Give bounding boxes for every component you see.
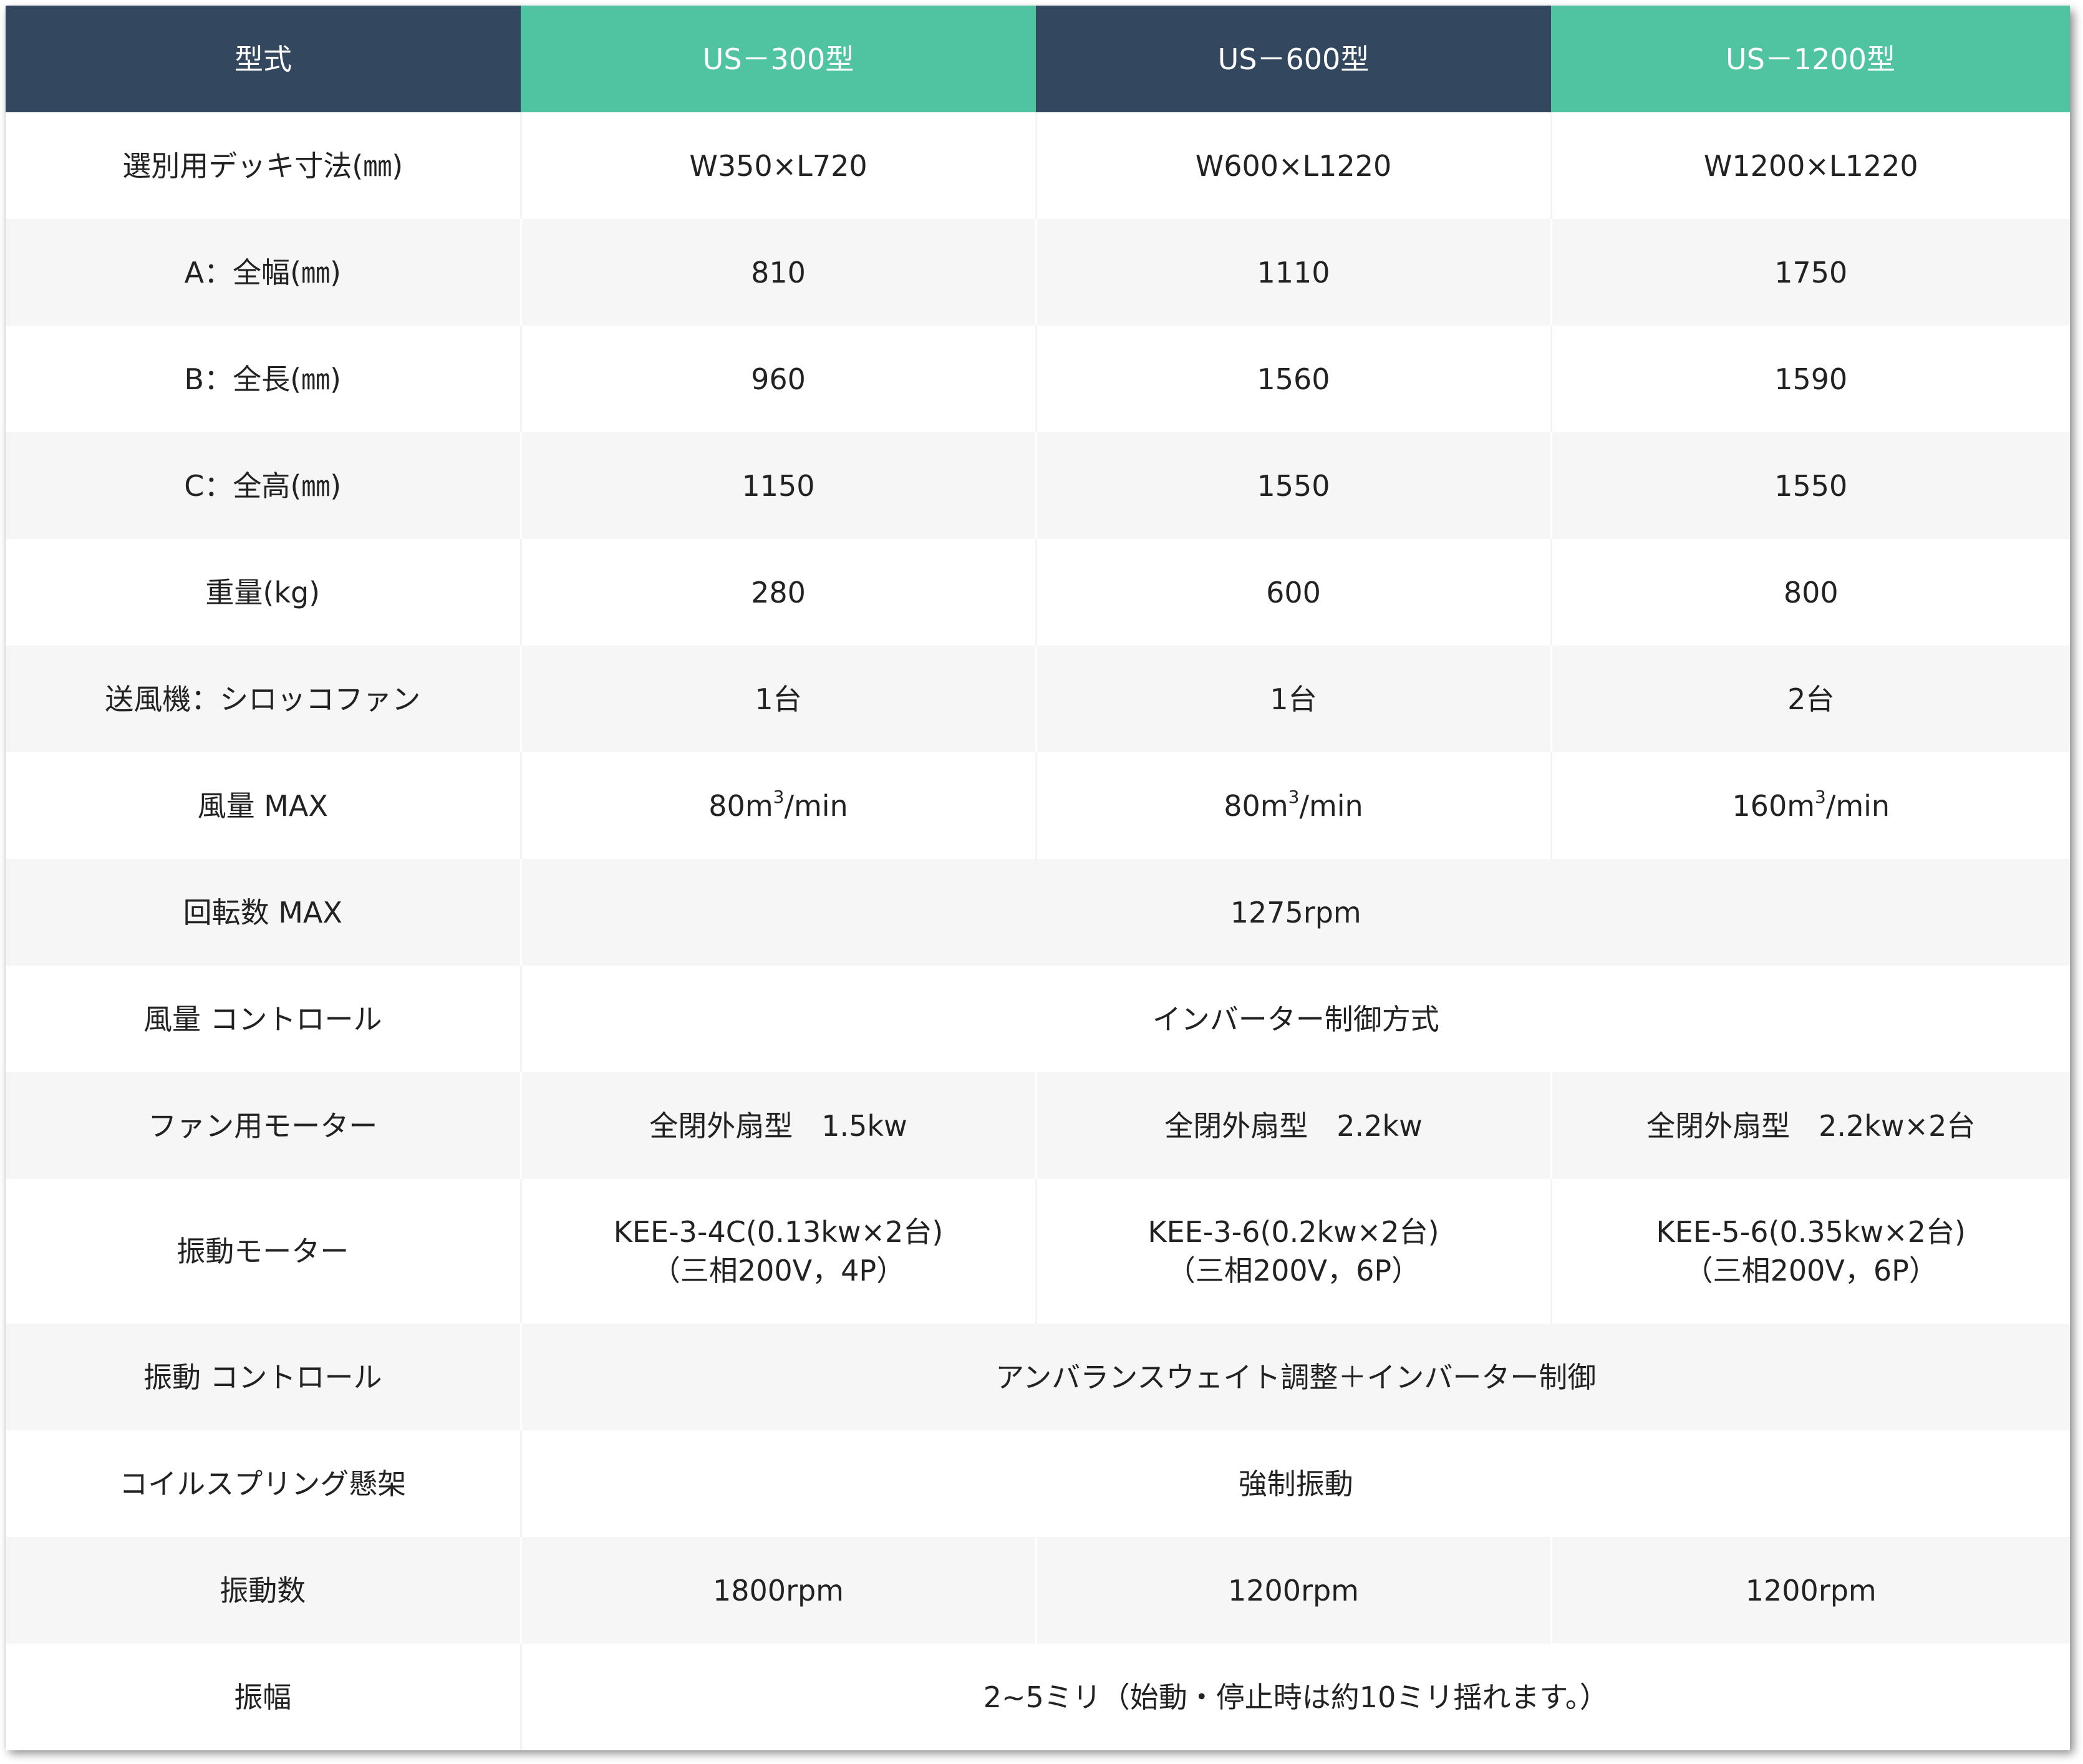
table-cell: 1200rpm <box>1035 1537 1551 1644</box>
table-cell: KEE-5-6(0.35kw×2台) （三相200V，6P） <box>1550 1179 2070 1324</box>
table-cell: 2台 <box>1550 646 2070 752</box>
table-cell: 960 <box>520 326 1036 432</box>
header-row: 型式 US－300型 US－600型 US－1200型 <box>6 6 2070 112</box>
table-cell-merged: 2~5ミリ（始動・停止時は約10ミリ揺れます。） <box>520 1644 2070 1750</box>
row-label: コイルスプリング懸架 <box>6 1430 521 1537</box>
table-row: コイルスプリング懸架 強制振動 <box>6 1430 2070 1537</box>
table-cell: 1550 <box>1035 432 1551 539</box>
table-cell-merged: 強制振動 <box>520 1430 2070 1537</box>
airflow-number: 80m <box>708 788 773 823</box>
motor-model-line: KEE-3-6(0.2kw×2台) <box>1148 1215 1439 1249</box>
table-cell: 810 <box>520 219 1036 326</box>
table-row: B：全長(㎜) 960 1560 1590 <box>6 326 2070 432</box>
table-cell: 1550 <box>1550 432 2070 539</box>
airflow-number: 160m <box>1732 788 1815 823</box>
table-cell: KEE-3-4C(0.13kw×2台) （三相200V，4P） <box>520 1179 1036 1324</box>
table-cell: W600×L1220 <box>1035 112 1551 219</box>
row-label: B：全長(㎜) <box>6 326 521 432</box>
table-row: ファン用モーター 全閉外扇型 1.5kw 全閉外扇型 2.2kw 全閉外扇型 2… <box>6 1072 2070 1179</box>
row-label: 風量 コントロール <box>6 966 521 1072</box>
airflow-exponent: 3 <box>773 787 785 808</box>
row-label: 送風機：シロッコファン <box>6 646 521 752</box>
table-cell-merged: 1275rpm <box>520 859 2070 966</box>
table-cell-merged: アンバランスウェイト調整＋インバーター制御 <box>520 1324 2070 1430</box>
motor-model-line: KEE-3-4C(0.13kw×2台) <box>613 1215 944 1249</box>
header-model-us300: US－300型 <box>521 6 1036 112</box>
row-label: A：全幅(㎜) <box>6 219 521 326</box>
table-cell: 1750 <box>1550 219 2070 326</box>
row-label: 風量 MAX <box>6 752 521 859</box>
row-label: 回転数 MAX <box>6 859 521 966</box>
table-cell: KEE-3-6(0.2kw×2台) （三相200V，6P） <box>1035 1179 1551 1324</box>
table-row: 振幅 2~5ミリ（始動・停止時は約10ミリ揺れます。） <box>6 1644 2070 1750</box>
motor-power-line: （三相200V，4P） <box>651 1254 906 1287</box>
table-row: 重量(kg) 280 600 800 <box>6 539 2070 646</box>
motor-power-line: （三相200V，6P） <box>1166 1254 1421 1287</box>
row-label: 振幅 <box>6 1644 521 1750</box>
table-cell: W1200×L1220 <box>1550 112 2070 219</box>
table-row: 風量 コントロール インバーター制御方式 <box>6 966 2070 1072</box>
table-cell: 1台 <box>1035 646 1551 752</box>
table-cell: 160m3/min <box>1550 752 2070 859</box>
airflow-unit: /min <box>1299 788 1363 823</box>
table-cell: 1台 <box>520 646 1036 752</box>
table-row: 振動モーター KEE-3-4C(0.13kw×2台) （三相200V，4P） K… <box>6 1179 2070 1324</box>
header-model-us1200: US－1200型 <box>1551 6 2070 112</box>
table-row: 振動数 1800rpm 1200rpm 1200rpm <box>6 1537 2070 1644</box>
table-cell: 1590 <box>1550 326 2070 432</box>
motor-model-line: KEE-5-6(0.35kw×2台) <box>1656 1215 1966 1249</box>
table-cell: 80m3/min <box>520 752 1036 859</box>
spec-table: 型式 US－300型 US－600型 US－1200型 選別用デッキ寸法(㎜) … <box>6 6 2070 1750</box>
airflow-unit: /min <box>1825 788 1890 823</box>
table-cell: 全閉外扇型 2.2kw×2台 <box>1550 1072 2070 1179</box>
airflow-exponent: 3 <box>1288 787 1300 808</box>
row-label: 重量(kg) <box>6 539 521 646</box>
table-cell: W350×L720 <box>520 112 1036 219</box>
row-label: 振動 コントロール <box>6 1324 521 1430</box>
spec-table-card: 型式 US－300型 US－600型 US－1200型 選別用デッキ寸法(㎜) … <box>6 6 2070 1750</box>
table-cell: 1110 <box>1035 219 1551 326</box>
airflow-number: 80m <box>1224 788 1288 823</box>
table-cell: 1150 <box>520 432 1036 539</box>
row-label: 振動数 <box>6 1537 521 1644</box>
table-cell: 1560 <box>1035 326 1551 432</box>
table-row: 回転数 MAX 1275rpm <box>6 859 2070 966</box>
table-cell: 80m3/min <box>1035 752 1551 859</box>
table-cell: 全閉外扇型 2.2kw <box>1035 1072 1551 1179</box>
table-cell: 1200rpm <box>1550 1537 2070 1644</box>
header-model-us600: US－600型 <box>1036 6 1551 112</box>
table-row: 風量 MAX 80m3/min 80m3/min 160m3/min <box>6 752 2070 859</box>
table-cell: 800 <box>1550 539 2070 646</box>
motor-power-line: （三相200V，6P） <box>1684 1254 1938 1287</box>
header-label-cell: 型式 <box>6 6 521 112</box>
table-cell: 600 <box>1035 539 1551 646</box>
table-row: A：全幅(㎜) 810 1110 1750 <box>6 219 2070 326</box>
row-label: 振動モーター <box>6 1179 521 1324</box>
table-row: C：全高(㎜) 1150 1550 1550 <box>6 432 2070 539</box>
row-label: C：全高(㎜) <box>6 432 521 539</box>
table-cell: 全閉外扇型 1.5kw <box>520 1072 1036 1179</box>
row-label: 選別用デッキ寸法(㎜) <box>6 112 521 219</box>
airflow-unit: /min <box>784 788 848 823</box>
table-cell: 280 <box>520 539 1036 646</box>
table-cell-merged: インバーター制御方式 <box>520 966 2070 1072</box>
table-row: 振動 コントロール アンバランスウェイト調整＋インバーター制御 <box>6 1324 2070 1430</box>
row-label: ファン用モーター <box>6 1072 521 1179</box>
table-cell: 1800rpm <box>520 1537 1036 1644</box>
table-row: 送風機：シロッコファン 1台 1台 2台 <box>6 646 2070 752</box>
table-row: 選別用デッキ寸法(㎜) W350×L720 W600×L1220 W1200×L… <box>6 112 2070 219</box>
airflow-exponent: 3 <box>1815 787 1826 808</box>
